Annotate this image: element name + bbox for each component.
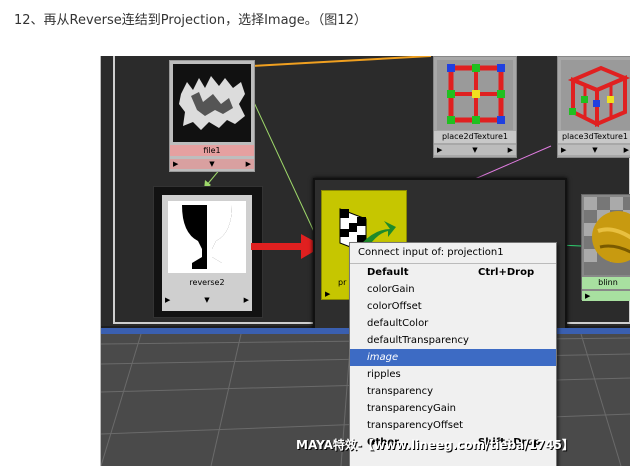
- menu-item-label: defaultTransparency: [367, 335, 469, 346]
- menu-item-label: image: [367, 352, 399, 363]
- output-port-icon[interactable]: ▶: [246, 160, 251, 168]
- goblet-silhouette-icon: [182, 205, 232, 269]
- reverse-node-ports[interactable]: ▶ ▼ ▶: [162, 295, 252, 305]
- expand-port-icon[interactable]: ▼: [592, 146, 597, 154]
- output-port-icon[interactable]: ▶: [244, 296, 249, 304]
- file-node[interactable]: file1 ▶ ▼ ▶: [169, 60, 255, 172]
- menu-item-label: colorOffset: [367, 301, 422, 312]
- watermark: MAYA特效-【www.lineeg.com/tieba/1745】: [296, 438, 574, 452]
- place2d-node-label: place2dTexture1: [434, 131, 516, 143]
- blinn-sphere-icon: [584, 197, 630, 263]
- reverse-node[interactable]: reverse2 ▶ ▼ ▶: [153, 186, 263, 318]
- input-port-icon[interactable]: ▶: [437, 146, 442, 154]
- output-port-icon[interactable]: ▶: [508, 146, 513, 154]
- input-port-icon[interactable]: ▶: [325, 290, 330, 298]
- file-node-ports[interactable]: ▶ ▼ ▶: [170, 159, 254, 169]
- menu-item[interactable]: defaultColor: [350, 315, 556, 332]
- place3d-node-label: place3dTexture1: [558, 131, 630, 143]
- menu-item-label: transparency: [367, 386, 433, 397]
- menu-item[interactable]: image: [350, 349, 556, 366]
- input-port-icon[interactable]: ▶: [561, 146, 566, 154]
- menu-item[interactable]: defaultTransparency: [350, 332, 556, 349]
- place3d-cube-icon: [567, 65, 630, 128]
- place2d-icon: [447, 64, 505, 124]
- reverse-thumbnail: [168, 201, 246, 273]
- cloud-texture-icon: [179, 76, 245, 130]
- file-texture-thumbnail: [173, 64, 251, 142]
- blinn-node-label: blinn: [582, 277, 630, 289]
- menu-item[interactable]: colorOffset: [350, 298, 556, 315]
- blinn-thumbnail: [584, 197, 630, 275]
- input-port-icon[interactable]: ▶: [585, 292, 590, 300]
- menu-item[interactable]: transparency: [350, 383, 556, 400]
- blinn-node-ports[interactable]: ▶: [582, 291, 630, 301]
- menu-item-label: transparencyGain: [367, 403, 456, 414]
- place2d-thumbnail: [437, 60, 513, 130]
- menu-item[interactable]: Default Ctrl+Drop: [350, 264, 556, 281]
- expand-port-icon[interactable]: ▼: [209, 160, 214, 168]
- input-port-icon[interactable]: ▶: [165, 296, 170, 304]
- blinn-node[interactable]: blinn ▶: [581, 194, 630, 301]
- menu-item-label: Default: [367, 267, 409, 278]
- menu-item-label: defaultColor: [367, 318, 429, 329]
- expand-port-icon[interactable]: ▼: [204, 296, 209, 304]
- expand-port-icon[interactable]: ▼: [472, 146, 477, 154]
- menu-item[interactable]: transparencyGain: [350, 400, 556, 417]
- step-caption: 12、再从Reverse连结到Projection，选择Image。（图12）: [14, 13, 367, 28]
- menu-item-shortcut: Ctrl+Drop: [478, 267, 535, 278]
- menu-item-label: transparencyOffset: [367, 420, 464, 431]
- place2d-node-ports[interactable]: ▶ ▼ ▶: [434, 145, 516, 155]
- menu-item[interactable]: transparencyOffset: [350, 417, 556, 434]
- place2d-texture-node[interactable]: place2dTexture1 ▶ ▼ ▶: [433, 56, 517, 158]
- menu-item-label: ripples: [367, 369, 401, 380]
- hypershade-screenshot: file1 ▶ ▼ ▶ place2dTexture1 ▶ ▼ ▶ place3…: [100, 56, 630, 466]
- file-node-label: file1: [170, 145, 254, 156]
- reverse-node-body: reverse2 ▶ ▼ ▶: [162, 195, 252, 311]
- menu-header: Connect input of: projection1: [350, 243, 556, 264]
- menu-item-label: colorGain: [367, 284, 415, 295]
- place3d-texture-node[interactable]: place3dTexture1 ▶ ▼ ▶: [557, 56, 630, 158]
- menu-item[interactable]: ripples: [350, 366, 556, 383]
- menu-item[interactable]: colorGain: [350, 281, 556, 298]
- place3d-thumbnail: [561, 60, 630, 130]
- connect-input-menu[interactable]: Connect input of: projection1 Default Ctr…: [349, 242, 557, 466]
- output-port-icon[interactable]: ▶: [624, 146, 629, 154]
- place3d-node-ports[interactable]: ▶ ▼ ▶: [558, 145, 630, 155]
- input-port-icon[interactable]: ▶: [173, 160, 178, 168]
- reverse-node-label: reverse2: [189, 278, 225, 287]
